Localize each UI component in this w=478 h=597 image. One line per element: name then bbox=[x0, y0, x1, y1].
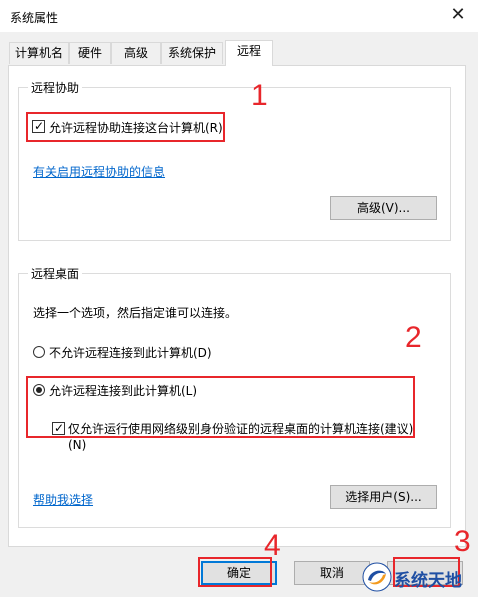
ok-button[interactable]: 确定 bbox=[201, 561, 277, 585]
help-me-choose-link[interactable]: 帮助我选择 bbox=[33, 491, 93, 508]
allow-remote-label[interactable]: 允许远程连接到此计算机(L) bbox=[49, 382, 197, 399]
watermark-text: 系统天地 bbox=[394, 571, 462, 591]
nla-only-label[interactable]: 仅允许运行使用网络级别身份验证的远程桌面的计算机连接(建议) bbox=[68, 420, 413, 437]
remote-desktop-instruction: 选择一个选项，然后指定谁可以连接。 bbox=[33, 306, 238, 320]
tab-system-protection[interactable]: 系统保护 bbox=[161, 42, 223, 64]
tab-computer-name[interactable]: 计算机名 bbox=[9, 42, 69, 64]
remote-assistance-info-link[interactable]: 有关启用远程协助的信息 bbox=[33, 163, 165, 180]
nla-only-label-cont[interactable]: (N) bbox=[68, 438, 86, 452]
close-icon[interactable]: ✕ bbox=[438, 0, 478, 32]
remote-desktop-group-title: 远程桌面 bbox=[28, 265, 83, 282]
tab-remote[interactable]: 远程 bbox=[225, 40, 273, 66]
annotation-number-1: 1 bbox=[251, 79, 268, 112]
annotation-number-3: 3 bbox=[454, 525, 471, 558]
allow-remote-assistance-checkbox[interactable]: ✓ bbox=[32, 119, 45, 133]
radio-selected-dot bbox=[36, 387, 42, 393]
annotation-number-4: 4 bbox=[264, 529, 281, 562]
annotation-number-2: 2 bbox=[405, 321, 422, 354]
tab-hardware[interactable]: 硬件 bbox=[69, 42, 111, 64]
cancel-button[interactable]: 取消 bbox=[294, 561, 370, 585]
remote-assistance-group-title: 远程协助 bbox=[28, 79, 83, 96]
allow-remote-radio[interactable] bbox=[33, 384, 45, 396]
deny-remote-radio[interactable] bbox=[33, 346, 45, 358]
checkmark-icon: ✓ bbox=[34, 119, 45, 133]
window-title: 系统属性 bbox=[10, 11, 59, 25]
nla-only-checkbox[interactable]: ✓ bbox=[52, 421, 65, 435]
title-bar: 系统属性 ✕ bbox=[0, 0, 478, 32]
select-users-button[interactable]: 选择用户(S)... bbox=[330, 485, 437, 509]
tab-advanced[interactable]: 高级 bbox=[111, 42, 161, 64]
deny-remote-label[interactable]: 不允许远程连接到此计算机(D) bbox=[49, 344, 212, 361]
advanced-button[interactable]: 高级(V)... bbox=[330, 196, 437, 220]
allow-remote-assistance-label[interactable]: 允许远程协助连接这台计算机(R) bbox=[49, 119, 223, 136]
swirl-logo-icon bbox=[362, 562, 392, 592]
checkmark-icon: ✓ bbox=[54, 421, 65, 435]
watermark: 系统天地 bbox=[362, 559, 474, 595]
